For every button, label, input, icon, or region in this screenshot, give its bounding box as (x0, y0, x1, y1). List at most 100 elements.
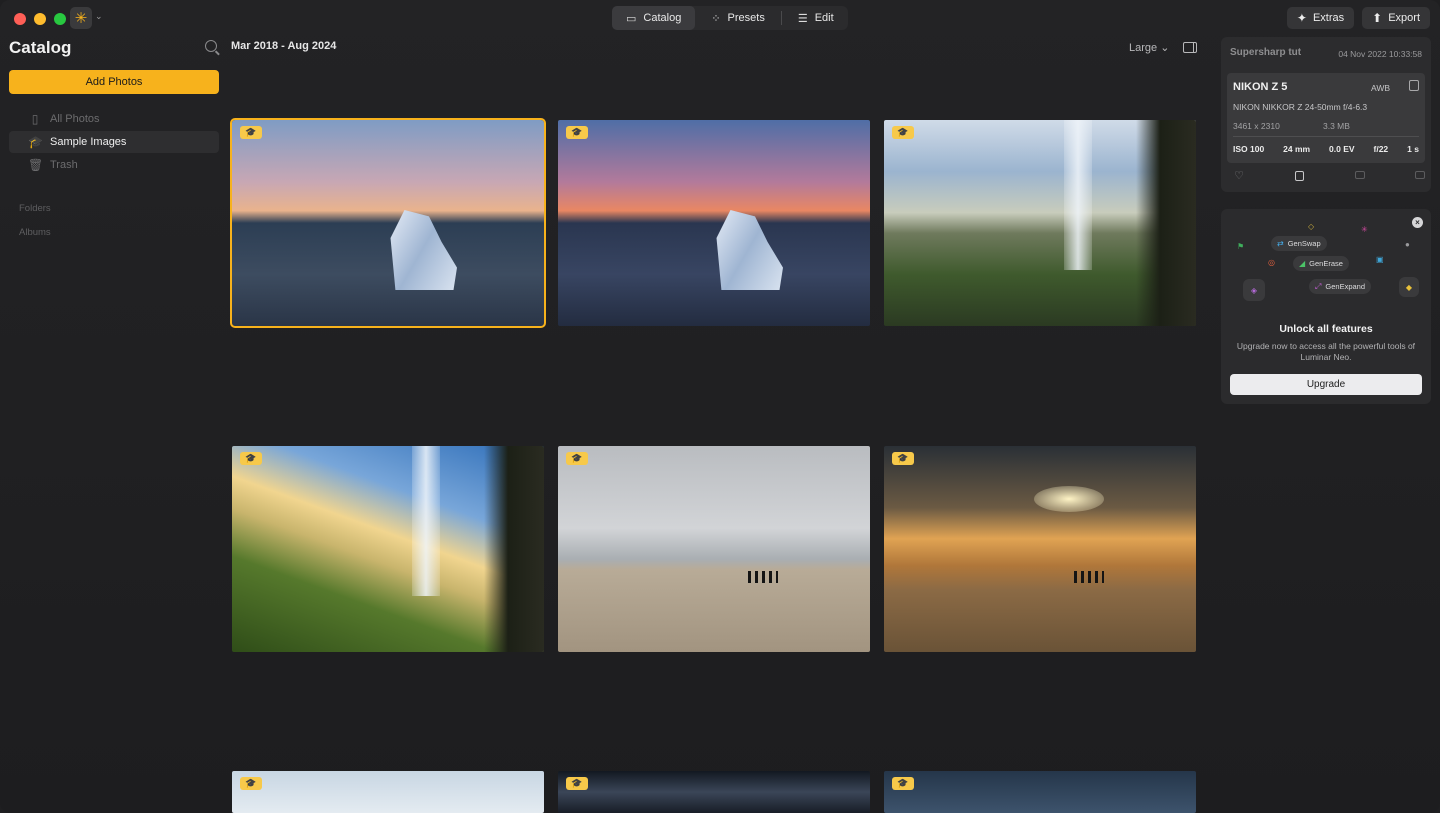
date-range: Mar 2018 - Aug 2024 (231, 40, 337, 52)
tab-presets[interactable]: ⁘ Presets (697, 6, 779, 30)
export-button[interactable]: ⬆ Export (1362, 7, 1430, 29)
duplicate-icon[interactable] (1414, 171, 1425, 179)
panel-toggle-icon[interactable] (1183, 42, 1197, 53)
stack-icon[interactable] (1354, 171, 1365, 179)
sidebar-item-all-photos[interactable]: ▯ All Photos (9, 108, 219, 130)
sun-glow (1034, 486, 1104, 512)
upgrade-promo-card: × ◇ ✳ ⚑ ● ◎ ▣ ◈ ◆ ⇄ GenSwap ◢ GenErase ⤢… (1221, 209, 1431, 404)
extras-button[interactable]: ✦ Extras (1286, 7, 1355, 29)
generase-icon: ◢ (1299, 259, 1306, 268)
iceberg-shape (390, 210, 457, 290)
photos-icon: ▯ (31, 112, 39, 126)
cave-shape (1136, 120, 1196, 326)
promo-title: Unlock all features (1279, 323, 1373, 335)
sample-badge-icon: 🎓 (892, 126, 914, 139)
camera-model: NIKON Z 5 (1233, 81, 1288, 93)
photo-thumbnail[interactable]: 🎓 (884, 120, 1196, 326)
sparkle-icon: ✳ (1361, 225, 1368, 234)
chevron-down-icon[interactable]: ⌄ (95, 11, 103, 22)
sidebar-title: Catalog (9, 38, 72, 57)
feature-label: GenErase (1309, 259, 1343, 268)
tab-edit-label: Edit (814, 12, 834, 24)
app-logo-icon[interactable]: ✳ (70, 7, 92, 29)
sidebar-item-label: All Photos (50, 113, 100, 125)
search-icon[interactable] (205, 40, 217, 52)
sample-badge-icon: 🎓 (566, 777, 588, 790)
iceberg-shape (716, 210, 783, 290)
capture-date: 04 Nov 2022 10:33:58 (1338, 49, 1422, 59)
sidebar: Catalog Add Photos ▯ All Photos 🎓 Sample… (0, 30, 225, 813)
photo-thumbnail[interactable]: 🎓 (558, 771, 870, 813)
photo-thumbnail[interactable]: 🎓 (232, 446, 544, 652)
sparkle-icon: ▣ (1376, 255, 1384, 264)
mode-tabs: ▭ Catalog ⁘ Presets ☰ Edit (612, 6, 848, 30)
sample-badge-icon: 🎓 (240, 777, 262, 790)
sidebar-section-albums[interactable]: Albums (19, 227, 51, 238)
trash-icon: 🗑 (28, 158, 44, 172)
promo-description: Upgrade now to access all the powerful t… (1236, 341, 1416, 362)
sidebar-item-label: Trash (50, 159, 78, 171)
aperture-value: f/22 (1373, 144, 1389, 154)
card-actions: ♡ (1233, 171, 1425, 182)
sidebar-section-folders[interactable]: Folders (19, 203, 51, 214)
exif-box: NIKON Z 5 AWB NIKON NIKKOR Z 24-50mm f/4… (1227, 73, 1425, 163)
extras-label: Extras (1312, 12, 1345, 24)
sample-badge-icon: 🎓 (892, 777, 914, 790)
file-size: 3.3 MB (1323, 121, 1350, 131)
cave-shape (484, 446, 544, 652)
image-title: Supersharp tut (1230, 47, 1302, 58)
close-window-button[interactable] (14, 13, 26, 25)
sidebar-item-label: Sample Images (50, 136, 127, 148)
photo-thumbnail[interactable]: 🎓 (558, 446, 870, 652)
iso-value: ISO 100 (1233, 144, 1265, 154)
feature-pill-genswap: ⇄ GenSwap (1271, 236, 1327, 251)
lens-model: NIKON NIKKOR Z 24-50mm f/4-6.3 (1233, 102, 1368, 112)
waterfall-shape (1064, 120, 1092, 270)
thumbnail-size-value: Large (1129, 42, 1158, 54)
copy-icon[interactable] (1409, 80, 1419, 91)
sidebar-item-sample-images[interactable]: 🎓 Sample Images (9, 131, 219, 153)
shutter-value: 1 s (1407, 144, 1419, 154)
feature-pill-generase: ◢ GenErase (1293, 256, 1349, 271)
genswap-icon: ⇄ (1277, 239, 1284, 248)
white-balance: AWB (1371, 83, 1391, 93)
folder-icon: ▭ (626, 12, 637, 25)
tab-edit[interactable]: ☰ Edit (784, 6, 848, 30)
minimize-window-button[interactable] (34, 13, 46, 25)
sample-badge-icon: 🎓 (892, 452, 914, 465)
photo-thumbnail[interactable]: 🎓 (558, 120, 870, 326)
focal-length-value: 24 mm (1283, 144, 1311, 154)
close-icon[interactable]: × (1412, 217, 1423, 228)
feature-label: GenExpand (1325, 282, 1366, 291)
feature-label: GenSwap (1287, 239, 1321, 248)
sample-badge-icon: 🎓 (566, 126, 588, 139)
photo-thumbnail[interactable]: 🎓 (232, 771, 544, 813)
photo-thumbnail[interactable]: 🎓 (884, 771, 1196, 813)
tab-presets-label: Presets (727, 12, 765, 24)
sparkle-icon: ⁘ (711, 12, 721, 25)
tab-catalog-label: Catalog (643, 12, 682, 24)
titlebar-actions: ✦ Extras ⬆ Export (1286, 7, 1430, 29)
people-silhouettes (1074, 571, 1104, 583)
rotate-icon[interactable] (1295, 171, 1305, 181)
people-silhouettes (748, 571, 778, 583)
thumbnail-size-select[interactable]: Large ⌄ (1129, 41, 1169, 54)
chevron-down-icon: ⌄ (1160, 42, 1170, 54)
photo-thumbnail[interactable]: 🎓 (230, 118, 546, 328)
export-label: Export (1388, 12, 1420, 24)
sliders-icon: ☰ (797, 12, 808, 25)
waterfall-shape (412, 446, 440, 596)
tab-divider (780, 11, 782, 25)
image-dimensions: 3461 x 2310 (1233, 121, 1280, 131)
tab-catalog[interactable]: ▭ Catalog (612, 6, 696, 30)
photo-thumbnail[interactable]: 🎓 (884, 446, 1196, 652)
zoom-window-button[interactable] (54, 13, 66, 25)
genexpand-icon: ⤢ (1315, 281, 1322, 291)
sidebar-item-trash[interactable]: 🗑 Trash (9, 154, 219, 176)
export-icon: ⬆ (1372, 11, 1383, 25)
exposure-stats: ISO 100 24 mm 0.0 EV f/22 1 s (1233, 144, 1419, 154)
upgrade-button[interactable]: Upgrade (1230, 374, 1422, 395)
add-photos-button[interactable]: Add Photos (9, 70, 219, 94)
heart-icon[interactable]: ♡ (1233, 171, 1245, 182)
sample-badge-icon: 🎓 (240, 126, 262, 139)
